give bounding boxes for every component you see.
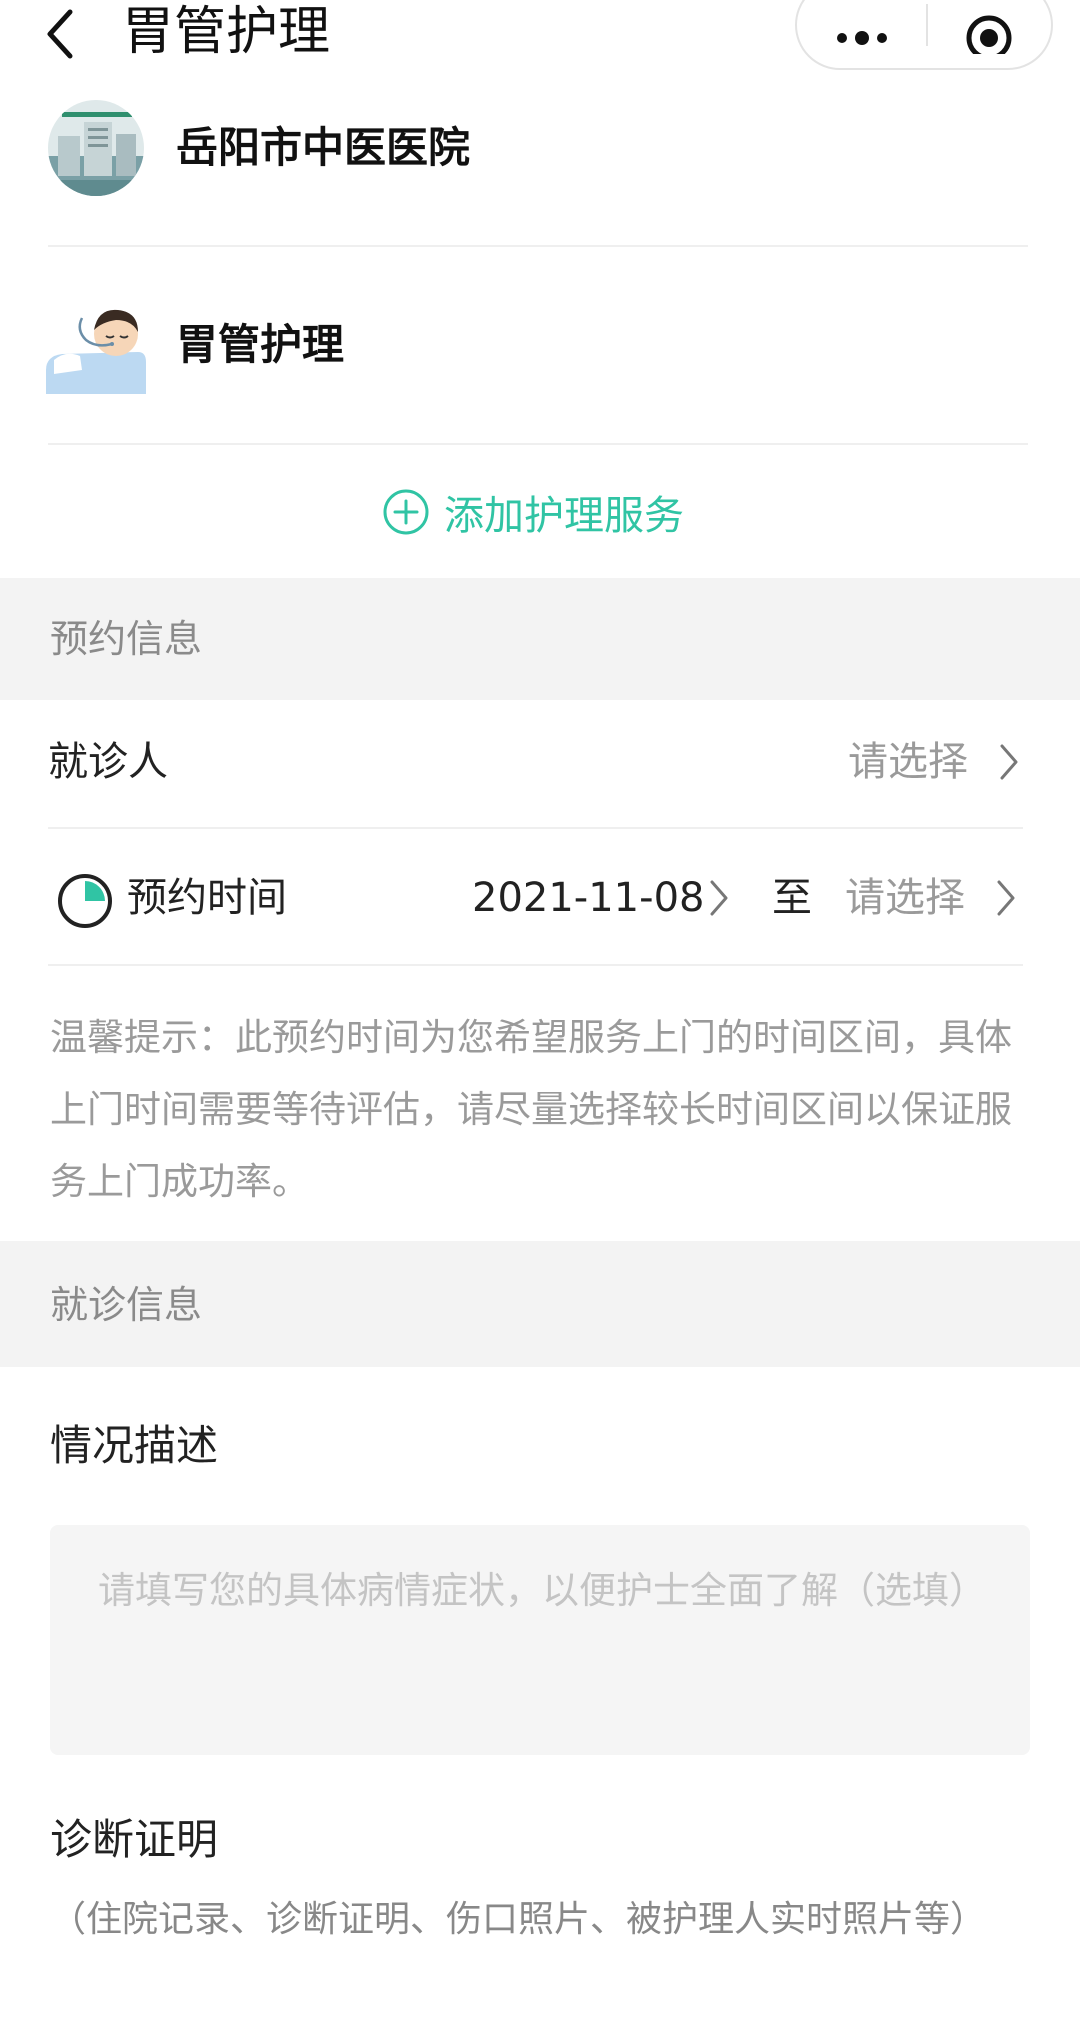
certificate-title: 诊断证明	[50, 1815, 219, 1864]
certificate-subtitle: （住院记录、诊断证明、伤口照片、被护理人实时照片等）	[50, 1899, 987, 1940]
divider	[48, 827, 1023, 829]
end-date-picker[interactable]: 请选择	[843, 870, 1025, 926]
date-range-separator: 至	[772, 875, 812, 921]
divider	[48, 964, 1023, 966]
patient-row[interactable]: 就诊人 请选择	[48, 734, 1023, 790]
service-name: 胃管护理	[176, 320, 345, 369]
top-bar: 胃管护理	[0, 0, 1080, 90]
page-title: 胃管护理	[122, 2, 331, 62]
clock-icon	[58, 874, 112, 928]
start-date-picker[interactable]: 2021-11-08	[470, 870, 730, 926]
section-title: 预约信息	[50, 617, 203, 661]
more-dots-icon[interactable]	[827, 0, 897, 54]
divider	[48, 443, 1028, 445]
chevron-right-icon	[710, 880, 728, 916]
end-date-value: 请选择	[845, 875, 965, 921]
add-service-button[interactable]: 添加护理服务	[382, 480, 684, 544]
section-title: 就诊信息	[50, 1283, 203, 1327]
visit-section-header: 就诊信息	[0, 1241, 1080, 1367]
appointment-tip: 温馨提示：此预约时间为您希望服务上门的时间区间，具体上门时间需要等待评估，请尽量…	[50, 1016, 1012, 1203]
chevron-left-icon[interactable]	[38, 4, 82, 64]
add-service-label: 添加护理服务	[444, 493, 684, 539]
patient-value: 请选择	[848, 739, 968, 785]
capsule-divider	[926, 4, 928, 46]
description-title: 情况描述	[50, 1421, 219, 1470]
hospital-name: 岳阳市中医医院	[176, 123, 471, 172]
patient-label: 就诊人	[48, 739, 168, 785]
hospital-logo	[48, 100, 144, 196]
mini-program-capsule	[795, 0, 1053, 70]
appointment-time-label: 预约时间	[127, 875, 287, 921]
start-date-value: 2021-11-08	[472, 875, 705, 921]
description-input[interactable]: 请填写您的具体病情症状，以便护士全面了解（选填）	[50, 1525, 1030, 1755]
target-circle-icon[interactable]	[959, 0, 1019, 54]
divider	[48, 245, 1028, 247]
chevron-right-icon	[997, 880, 1015, 916]
plus-circle-icon	[383, 489, 429, 535]
appointment-section-header: 预约信息	[0, 578, 1080, 700]
chevron-right-icon	[1000, 744, 1018, 780]
patient-with-tube-icon	[46, 309, 146, 394]
